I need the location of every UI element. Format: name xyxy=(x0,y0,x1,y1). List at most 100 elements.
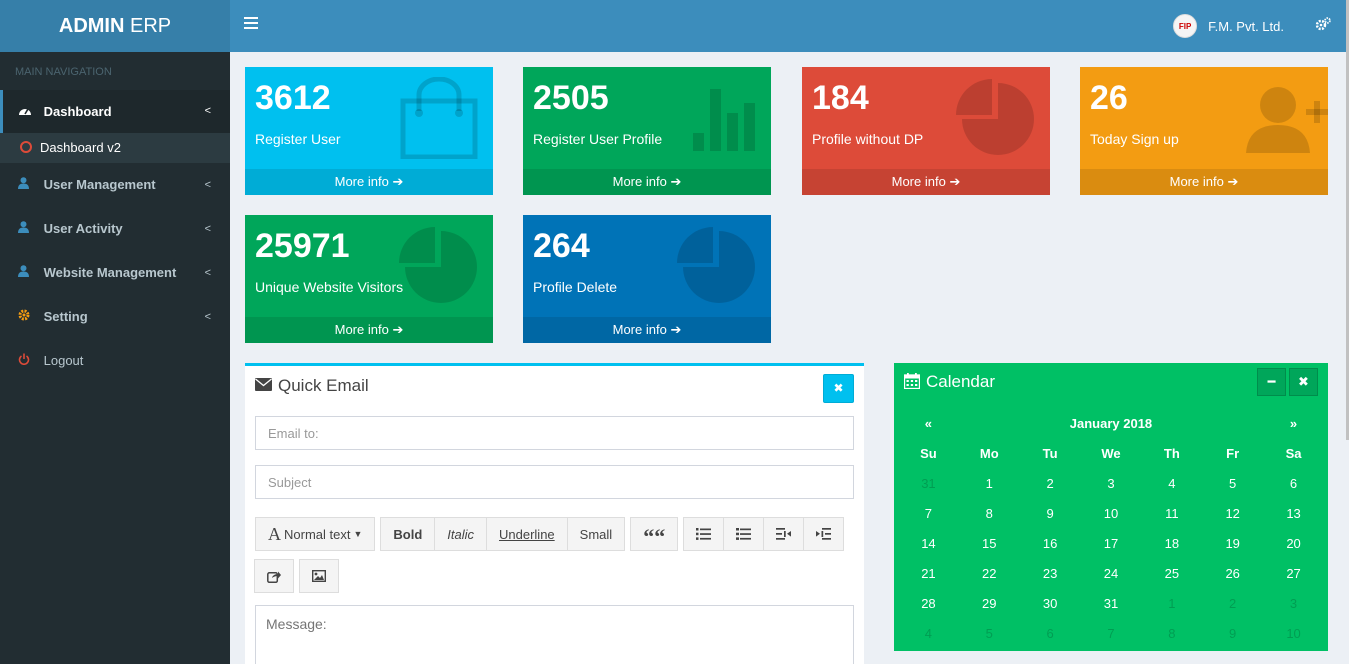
minus-icon: ━ xyxy=(1267,374,1276,389)
outdent-button[interactable] xyxy=(763,517,805,551)
day-cell[interactable]: 16 xyxy=(1020,528,1081,558)
ordered-list-button[interactable] xyxy=(723,517,765,551)
sidebar-item-label: User Management xyxy=(43,177,156,192)
stat-value: 2505 xyxy=(533,79,609,117)
day-cell[interactable]: 13 xyxy=(1263,498,1324,528)
day-cell[interactable]: 7 xyxy=(898,498,959,528)
sidebar-toggle-icon[interactable] xyxy=(244,17,258,29)
italic-button[interactable]: Italic xyxy=(434,517,488,551)
day-cell[interactable]: 6 xyxy=(1020,618,1081,648)
more-info-link[interactable]: More info ➔ xyxy=(245,317,493,343)
brand-bold: ADMIN xyxy=(58,15,125,37)
sidebar-item-setting[interactable]: Setting < xyxy=(0,295,230,339)
sidebar-item-dashboard[interactable]: Dashboard < xyxy=(0,90,230,133)
day-cell[interactable]: 17 xyxy=(1081,528,1142,558)
close-button[interactable]: ✖ xyxy=(1289,368,1318,396)
day-cell[interactable]: 1 xyxy=(1141,588,1202,618)
sidebar-subitem-dashboard-v2[interactable]: Dashboard v2 xyxy=(0,133,230,163)
app-logo[interactable]: ADMIN ERP xyxy=(0,0,230,52)
day-cell[interactable]: 22 xyxy=(959,558,1020,588)
user-plus-icon xyxy=(1246,87,1328,153)
more-info-link[interactable]: More info ➔ xyxy=(523,317,771,343)
close-button[interactable]: ✖ xyxy=(823,374,854,403)
sidebar-item-website-management[interactable]: Website Management < xyxy=(0,251,230,295)
message-textarea[interactable] xyxy=(255,605,854,664)
day-cell[interactable]: 28 xyxy=(898,588,959,618)
day-cell[interactable]: 9 xyxy=(1202,618,1263,648)
sidebar-item-user-activity[interactable]: User Activity < xyxy=(0,207,230,251)
share-icon xyxy=(267,571,281,583)
day-cell[interactable]: 8 xyxy=(1141,618,1202,648)
list-ol-icon xyxy=(736,528,752,540)
more-info-link[interactable]: More info ➔ xyxy=(1080,169,1328,195)
day-cell[interactable]: 25 xyxy=(1141,558,1202,588)
day-cell[interactable]: 14 xyxy=(898,528,959,558)
stat-value: 264 xyxy=(533,227,590,265)
day-cell[interactable]: 21 xyxy=(898,558,959,588)
day-cell[interactable]: 31 xyxy=(1081,588,1142,618)
email-to-input[interactable] xyxy=(255,416,854,450)
next-month-button[interactable]: » xyxy=(1263,408,1324,438)
quote-button[interactable]: ““ xyxy=(630,517,679,551)
day-cell[interactable]: 26 xyxy=(1202,558,1263,588)
day-cell[interactable]: 18 xyxy=(1141,528,1202,558)
day-cell[interactable]: 7 xyxy=(1081,618,1142,648)
gears-icon[interactable] xyxy=(1315,17,1331,35)
day-cell[interactable]: 1 xyxy=(959,468,1020,498)
stat-label: Register User Profile xyxy=(533,131,663,147)
month-label[interactable]: January 2018 xyxy=(959,408,1263,438)
day-cell[interactable]: 8 xyxy=(959,498,1020,528)
weekday-label: Th xyxy=(1163,445,1180,461)
chevron-left-icon: < xyxy=(204,267,211,279)
day-cell[interactable]: 5 xyxy=(959,618,1020,648)
font-style-dropdown[interactable]: A Normal text ▼ xyxy=(255,517,376,551)
small-button[interactable]: Small xyxy=(566,517,626,551)
user-icon xyxy=(18,207,40,251)
day-cell[interactable]: 3 xyxy=(1081,468,1142,498)
day-cell[interactable]: 31 xyxy=(898,468,959,498)
day-cell[interactable]: 23 xyxy=(1020,558,1081,588)
stat-value: 26 xyxy=(1090,79,1128,117)
day-cell[interactable]: 15 xyxy=(959,528,1020,558)
day-cell[interactable]: 2 xyxy=(1202,588,1263,618)
day-cell[interactable]: 5 xyxy=(1202,468,1263,498)
day-cell[interactable]: 20 xyxy=(1263,528,1324,558)
day-cell[interactable]: 29 xyxy=(959,588,1020,618)
week-row: 31 1 2 3 4 5 6 xyxy=(898,468,1324,498)
prev-month-button[interactable]: « xyxy=(898,408,959,438)
day-cell[interactable]: 27 xyxy=(1263,558,1324,588)
stat-box-register-user: 3612 Register User More info ➔ xyxy=(245,67,493,195)
unordered-list-button[interactable] xyxy=(683,517,725,551)
more-info-link[interactable]: More info ➔ xyxy=(523,169,771,195)
day-cell[interactable]: 30 xyxy=(1020,588,1081,618)
day-cell[interactable]: 10 xyxy=(1081,498,1142,528)
bold-button[interactable]: Bold xyxy=(380,517,436,551)
day-cell[interactable]: 4 xyxy=(898,618,959,648)
more-info-link[interactable]: More info ➔ xyxy=(802,169,1050,195)
indent-button[interactable] xyxy=(803,517,845,551)
day-cell[interactable]: 24 xyxy=(1081,558,1142,588)
sidebar-item-user-management[interactable]: User Management < xyxy=(0,163,230,207)
insert-image-button[interactable] xyxy=(299,559,339,593)
minimize-button[interactable]: ━ xyxy=(1257,368,1286,396)
day-cell[interactable]: 4 xyxy=(1141,468,1202,498)
day-cell[interactable]: 10 xyxy=(1263,618,1324,648)
day-cell[interactable]: 3 xyxy=(1263,588,1324,618)
day-cell[interactable]: 12 xyxy=(1202,498,1263,528)
link-button[interactable] xyxy=(254,559,294,593)
day-cell[interactable]: 6 xyxy=(1263,468,1324,498)
user-menu[interactable]: FIP F.M. Pvt. Ltd. xyxy=(1173,14,1284,38)
top-navbar: FIP F.M. Pvt. Ltd. xyxy=(230,0,1349,52)
shopping-bag-icon xyxy=(400,77,478,159)
underline-button[interactable]: Underline xyxy=(486,517,568,551)
day-cell[interactable]: 11 xyxy=(1141,498,1202,528)
day-cell[interactable]: 9 xyxy=(1020,498,1081,528)
more-info-link[interactable]: More info ➔ xyxy=(245,169,493,195)
day-cell[interactable]: 2 xyxy=(1020,468,1081,498)
subject-input[interactable] xyxy=(255,465,854,499)
sidebar-item-logout[interactable]: Logout xyxy=(0,339,230,383)
weekday-label: Fr xyxy=(1226,445,1240,461)
bar-chart-icon xyxy=(693,89,755,151)
weekday-label: We xyxy=(1101,445,1121,461)
day-cell[interactable]: 19 xyxy=(1202,528,1263,558)
